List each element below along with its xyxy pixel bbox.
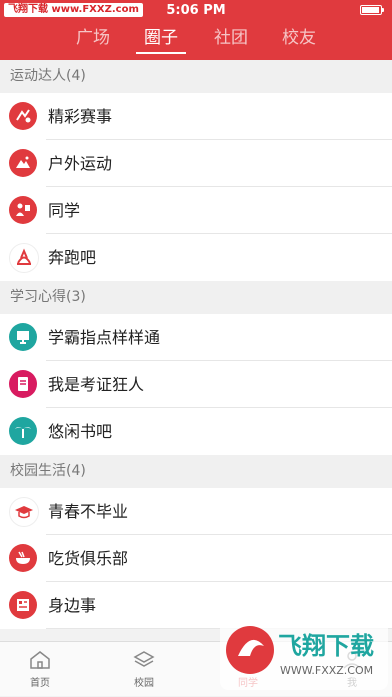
list-item-label: 身边事 bbox=[48, 596, 97, 615]
header-bar: 飞翔下载 www.FXXZ.com 5:06 PM 广场 圈子 社团 校友 bbox=[0, 0, 392, 60]
list-item[interactable]: 悠闲书吧 bbox=[0, 408, 392, 455]
status-bar: 飞翔下载 www.FXXZ.com 5:06 PM bbox=[0, 0, 392, 20]
tab-quanzi[interactable]: 圈子 bbox=[136, 26, 186, 54]
bottom-tab-home[interactable]: 首页 bbox=[5, 642, 75, 697]
graduation-cap-icon bbox=[9, 497, 39, 527]
top-tabs: 广场 圈子 社团 校友 bbox=[0, 26, 392, 56]
battery-icon bbox=[360, 5, 384, 15]
status-time: 5:06 PM bbox=[166, 3, 226, 18]
list-item-label: 精彩赛事 bbox=[48, 107, 113, 126]
bottom-tab-label: 首页 bbox=[30, 678, 50, 689]
palm-tree-icon bbox=[9, 417, 37, 445]
list-item[interactable]: 我是考证狂人 bbox=[0, 361, 392, 408]
list-item[interactable]: 学霸指点样样通 bbox=[0, 314, 392, 361]
certificate-icon bbox=[9, 370, 37, 398]
home-icon bbox=[30, 651, 50, 669]
classmates-icon bbox=[9, 196, 37, 224]
watermark-url: WWW.FXXZ.COM bbox=[280, 664, 373, 677]
section-header: 运动达人(4) bbox=[0, 60, 392, 93]
tab-xiaoyou[interactable]: 校友 bbox=[274, 26, 324, 50]
list-item-label: 奔跑吧 bbox=[48, 248, 97, 267]
news-icon bbox=[9, 591, 37, 619]
list-item-label: 同学 bbox=[48, 201, 81, 220]
tab-shetuan[interactable]: 社团 bbox=[206, 26, 256, 50]
bottom-tab-campus[interactable]: 校园 bbox=[109, 642, 179, 697]
list-item[interactable]: 奔跑吧 bbox=[0, 234, 392, 281]
list-item[interactable]: 精彩赛事 bbox=[0, 93, 392, 140]
list-item-label: 户外运动 bbox=[48, 154, 113, 173]
list-item[interactable]: 吃货俱乐部 bbox=[0, 535, 392, 582]
running-icon bbox=[9, 243, 39, 273]
watermark-title: 飞翔下载 bbox=[278, 632, 374, 660]
layers-icon bbox=[133, 651, 155, 667]
bottom-tab-label: 校园 bbox=[134, 678, 154, 689]
list-item-label: 学霸指点样样通 bbox=[48, 328, 161, 347]
list-item-label: 青春不毕业 bbox=[48, 502, 129, 521]
section-header: 学习心得(3) bbox=[0, 281, 392, 314]
tab-guangchang[interactable]: 广场 bbox=[68, 26, 118, 50]
circle-list: 运动达人(4) 精彩赛事 户外运动 同学 奔跑吧 学习心得(3) 学霸指点样样通 bbox=[0, 60, 392, 629]
list-item[interactable]: 同学 bbox=[0, 187, 392, 234]
list-item[interactable]: 户外运动 bbox=[0, 140, 392, 187]
watermark-logo: 飞翔下载 WWW.FXXZ.COM bbox=[220, 616, 388, 690]
watermark-overlay: 飞翔下载 WWW.FXXZ.COM bbox=[220, 616, 388, 690]
event-icon bbox=[9, 102, 37, 130]
list-item-label: 悠闲书吧 bbox=[48, 422, 113, 441]
list-item-label: 吃货俱乐部 bbox=[48, 549, 129, 568]
teacher-board-icon bbox=[9, 323, 37, 351]
list-item-label: 我是考证狂人 bbox=[48, 375, 145, 394]
section-header: 校园生活(4) bbox=[0, 455, 392, 488]
food-bowl-icon bbox=[9, 544, 37, 572]
mountain-icon bbox=[9, 149, 37, 177]
list-item[interactable]: 青春不毕业 bbox=[0, 488, 392, 535]
